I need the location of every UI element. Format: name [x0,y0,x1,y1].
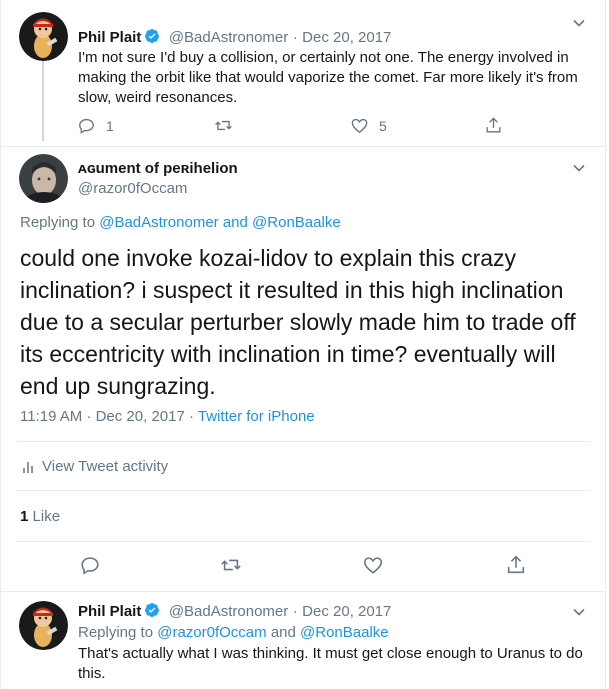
divider [17,490,590,491]
divider [17,441,590,442]
view-tweet-activity-link[interactable]: View Tweet activity [20,458,168,475]
tweet2-like-button[interactable] [362,554,384,576]
mention-badastronomer[interactable]: @BadAstronomer [99,214,218,231]
replying-and: and [222,214,248,231]
replying-to-label: Replying to [20,214,96,231]
mention-ronbaalke[interactable]: @RonBaalke [300,624,389,641]
tweet3-text: That's actually what I was thinking. It … [78,645,583,682]
tweet1-header: Phil Plait @BadAstronomer · Dec 20, 2017 [78,28,391,47]
tweet2-author-name[interactable]: ᴀɢument of peʀihelion [78,160,238,177]
tweet1-share-button[interactable] [484,116,503,135]
tweet2-retweet-button[interactable] [220,554,242,576]
divider [1,591,605,592]
reply-icon [79,118,94,134]
mention-razor0foccam[interactable]: @razor0fOccam [157,624,266,641]
tweet1-like-button[interactable]: 5 [350,116,387,135]
mention-ronbaalke[interactable]: @RonBaalke [252,214,341,231]
thread-connector-line [42,55,44,141]
tweet2-text: could one invoke kozai-lidov to explain … [20,245,576,399]
tweet3-handle[interactable]: @BadAstronomer [169,603,288,620]
view-tweet-activity-label: View Tweet activity [42,458,169,475]
retweet-icon [215,120,232,131]
tweet2-meta-dot: · [189,408,194,425]
verified-badge-icon [145,603,160,617]
tweet2-likes-label: Like [32,508,61,525]
share-icon [507,555,525,574]
tweet2-more-chevron-icon[interactable] [571,160,587,176]
tweet2-timestamp[interactable]: 11:19 AM · Dec 20, 2017 [20,408,185,425]
tweet3-date[interactable]: Dec 20, 2017 [302,603,391,620]
heart-icon [351,118,368,134]
tweet1-author-name[interactable]: Phil Plait [78,29,141,46]
verified-badge-icon [145,29,160,43]
tweet1-reply-button[interactable]: 1 [77,116,114,135]
tweet2-source[interactable]: Twitter for iPhone [198,408,315,425]
tweet1-date[interactable]: Dec 20, 2017 [302,29,391,46]
tweet3-header: Phil Plait @BadAstronomer · Dec 20, 2017 [78,602,391,621]
tweet1-handle[interactable]: @BadAstronomer [169,29,288,46]
tweet1-reply-count: 1 [106,117,114,134]
tweet2-likes-number: 1 [20,508,29,525]
share-icon [486,117,501,133]
activity-chart-icon [23,461,33,473]
tweet2-replying-to: Replying to @BadAstronomer and @RonBaalk… [20,214,341,231]
retweet-icon [221,559,241,571]
tweet1-separator: · [292,29,298,46]
razor0foccam-avatar[interactable] [19,154,68,203]
tweet2-share-button[interactable] [505,554,527,576]
tweet3-author-name[interactable]: Phil Plait [78,603,141,620]
divider [1,146,605,147]
reply-icon [81,557,99,575]
tweet1-like-count: 5 [379,117,387,134]
divider [17,541,590,542]
tweet3-more-chevron-icon[interactable] [571,604,587,620]
tweet1-text: I'm not sure I'd buy a collision, or cer… [78,49,578,106]
tweet1-more-chevron-icon[interactable] [571,15,587,31]
phil-plait-avatar[interactable] [19,12,68,61]
phil-plait-avatar[interactable] [19,601,68,650]
tweet2-handle[interactable]: @razor0fOccam [78,180,187,197]
tweet2-likes-stat[interactable]: 1 Like [20,508,60,525]
replying-to-label: Replying to [78,624,154,641]
tweet2-reply-button[interactable] [79,554,101,576]
tweet3-separator: · [292,603,298,620]
tweet3-replying-to: Replying to @razor0fOccam and @RonBaalke [78,624,389,641]
tweet1-retweet-button[interactable] [214,116,233,135]
tweet2-meta: 11:19 AM · Dec 20, 2017 · Twitter for iP… [20,408,315,425]
heart-icon [363,557,383,574]
replying-and: and [270,624,296,641]
